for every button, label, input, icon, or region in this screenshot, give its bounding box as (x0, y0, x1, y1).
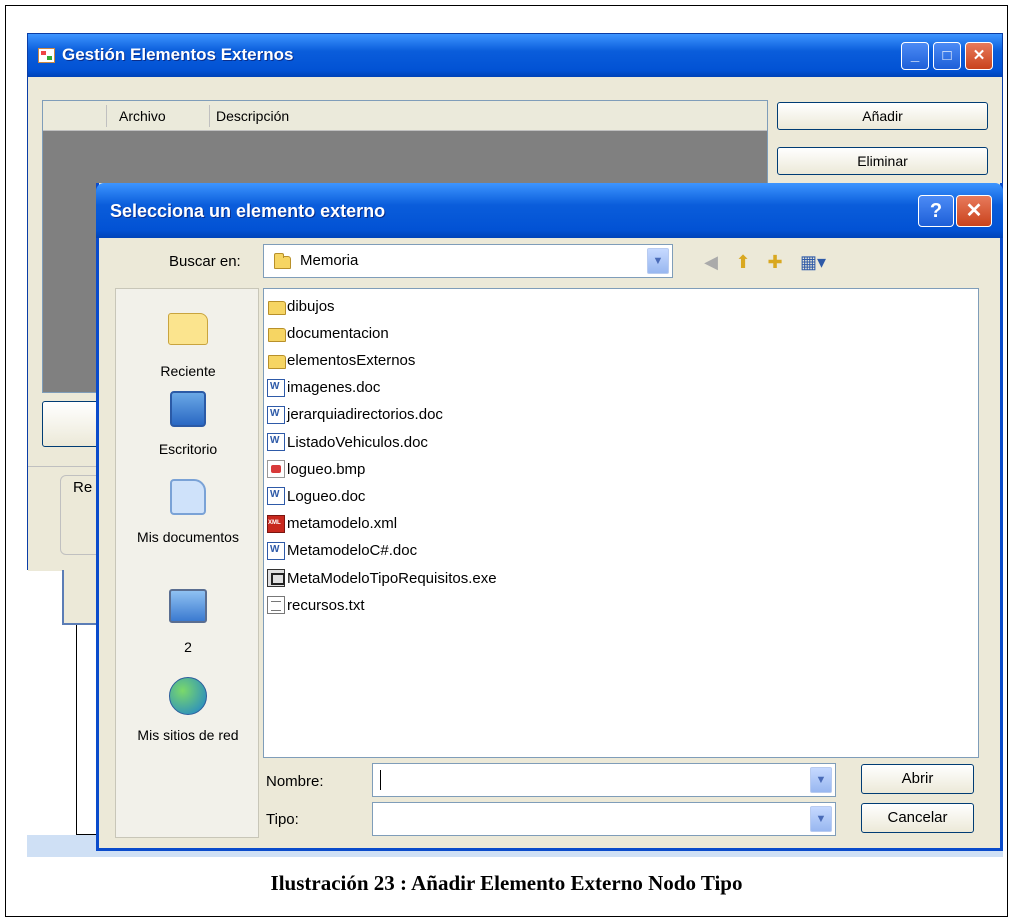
file-list-item[interactable]: MetamodeloC#.doc (267, 540, 417, 562)
panel-label: Re (73, 479, 93, 496)
dialog-close-icon[interactable]: ✕ (956, 195, 992, 227)
remove-button[interactable]: Eliminar (777, 147, 988, 175)
file-name: jerarquiadirectorios.doc (287, 406, 443, 424)
doc-file-icon (267, 378, 285, 397)
file-list-item[interactable]: dibujos (267, 295, 335, 317)
file-list-item[interactable]: Logueo.doc (267, 485, 365, 507)
help-icon[interactable]: ? (918, 195, 954, 227)
maximize-icon[interactable]: □ (933, 42, 961, 70)
dialog-titlebar[interactable]: Selecciona un elemento externo ? ✕ (96, 183, 1003, 238)
file-name: MetamodeloC#.doc (287, 542, 418, 560)
background-titlebar[interactable]: Gestión Elementos Externos _ □ ✕ (28, 34, 1002, 77)
file-list-item[interactable]: recursos.txt (267, 594, 365, 616)
add-button[interactable]: Añadir (777, 102, 988, 130)
filename-input[interactable]: ▼ (372, 763, 836, 797)
place-label: Reciente (160, 363, 216, 379)
file-list[interactable]: dibujos documentacion elementosExternos ima… (263, 288, 979, 758)
file-list-item[interactable]: imagenes.doc (267, 377, 380, 399)
file-open-dialog: Selecciona un elemento externo ? ✕ Busca… (96, 183, 1003, 851)
view-menu-icon[interactable]: ▦▾ (795, 250, 831, 274)
column-separator (209, 105, 210, 127)
look-in-value: Memoria (300, 252, 359, 269)
computer-icon (169, 589, 207, 623)
file-name: imagenes.doc (287, 379, 381, 397)
folder-icon (274, 253, 291, 269)
txt-file-icon (267, 596, 285, 615)
file-name: MetaModeloTipoRequisitos.exe (287, 569, 497, 587)
file-list-item[interactable]: jerarquiadirectorios.doc (267, 404, 443, 426)
file-name: elementosExternos (287, 351, 416, 369)
file-list-item[interactable]: MetaModeloTipoRequisitos.exe (267, 567, 497, 589)
place-network[interactable]: Mis sitios de red (116, 674, 260, 743)
look-in-label: Buscar en: (169, 253, 241, 270)
recent-folder-icon (168, 313, 208, 345)
file-name: recursos.txt (287, 596, 365, 614)
dialog-title: Selecciona un elemento externo (110, 201, 386, 221)
place-desktop[interactable]: Escritorio (116, 387, 260, 457)
file-name: documentacion (287, 324, 389, 342)
place-label: Mis sitios de red (137, 727, 239, 743)
network-icon (169, 677, 207, 715)
folder-icon (267, 324, 286, 343)
text-caret (380, 770, 381, 790)
doc-file-icon (267, 487, 285, 506)
file-name: Logueo.doc (287, 487, 366, 505)
xml-file-icon (267, 514, 285, 533)
back-icon[interactable]: ◀ (699, 250, 723, 274)
app-icon (38, 48, 55, 63)
bmp-file-icon (267, 460, 285, 479)
open-button[interactable]: Abrir (861, 764, 974, 794)
folder-icon (267, 351, 286, 370)
look-in-combo[interactable]: Memoria ▼ (263, 244, 673, 278)
doc-file-icon (267, 541, 285, 560)
doc-file-icon (267, 405, 285, 424)
my-documents-icon (170, 479, 206, 515)
column-header-descripcion[interactable]: Descripción (216, 108, 289, 124)
column-header-archivo[interactable]: Archivo (119, 108, 166, 124)
places-bar: Reciente Escritorio Mis documentos 2 Mis… (115, 288, 259, 838)
place-label: Escritorio (158, 441, 218, 457)
doc-file-icon (267, 433, 285, 451)
place-label: 2 (184, 639, 192, 655)
folder-icon (267, 297, 286, 315)
file-list-item[interactable]: elementosExternos (267, 349, 415, 371)
file-list-item[interactable]: ListadoVehiculos.doc (267, 431, 428, 453)
figure-caption: Ilustración 23 : Añadir Elemento Externo… (270, 871, 743, 895)
file-list-item[interactable]: documentacion (267, 322, 389, 344)
minimize-icon[interactable]: _ (901, 42, 929, 70)
filetype-label: Tipo: (266, 811, 299, 828)
background-window-title: Gestión Elementos Externos (62, 45, 294, 64)
up-folder-icon[interactable]: ⬆ (731, 250, 755, 274)
file-list-item[interactable]: metamodelo.xml (267, 513, 397, 535)
exe-file-icon (267, 569, 285, 587)
file-name: dibujos (287, 297, 335, 315)
file-list-item[interactable]: logueo.bmp (267, 458, 365, 480)
filename-label: Nombre: (266, 773, 324, 790)
grid-header: Archivo Descripción (43, 101, 767, 131)
place-recent[interactable]: Reciente (116, 305, 260, 379)
filetype-select[interactable]: ▼ (372, 802, 836, 836)
desktop-icon (170, 391, 206, 427)
place-my-documents[interactable]: Mis documentos (116, 475, 260, 545)
behind-connector (76, 625, 98, 835)
file-name: ListadoVehiculos.doc (287, 433, 428, 451)
file-name: logueo.bmp (287, 460, 366, 478)
chevron-down-icon[interactable]: ▼ (647, 248, 669, 274)
close-icon[interactable]: ✕ (965, 42, 993, 70)
file-name: metamodelo.xml (287, 515, 398, 533)
chevron-down-icon[interactable]: ▼ (810, 767, 832, 793)
place-label: Mis documentos (137, 529, 239, 545)
place-my-computer[interactable]: 2 (116, 585, 260, 655)
chevron-down-icon[interactable]: ▼ (810, 806, 832, 832)
cancel-button[interactable]: Cancelar (861, 803, 974, 833)
new-folder-icon[interactable]: ✚ (763, 250, 787, 274)
column-separator (106, 105, 107, 127)
